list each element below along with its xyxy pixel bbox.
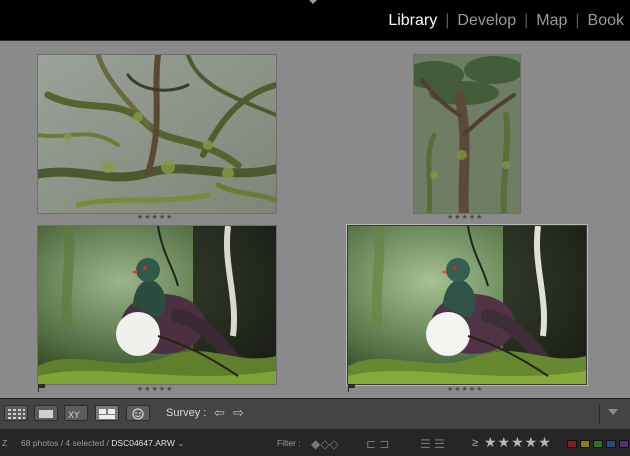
photo-count-info: 68 photos / 4 selected / DSC04647.ARW ⌄ xyxy=(21,438,184,449)
color-label-yellow[interactable] xyxy=(580,440,590,448)
current-filename[interactable]: DSC04647.ARW xyxy=(111,438,175,448)
library-toolbar: XY Survey : ⇦ ⇨ xyxy=(0,398,630,429)
grid-view-button[interactable] xyxy=(4,405,28,421)
pigeon-image xyxy=(38,226,276,384)
pigeon-image xyxy=(348,226,586,384)
toolbar-options-menu[interactable] xyxy=(608,409,618,415)
loupe-view-button[interactable] xyxy=(34,405,58,421)
module-picker-bar: Library | Develop | Map | Book xyxy=(0,0,630,40)
arrow-left-icon[interactable]: ⇦ xyxy=(214,406,225,421)
module-list: Library | Develop | Map | Book xyxy=(386,12,626,30)
rating-operator[interactable]: ≥ xyxy=(472,437,478,449)
module-develop[interactable]: Develop xyxy=(455,12,518,30)
flag-icon[interactable] xyxy=(348,384,355,392)
color-label-purple[interactable] xyxy=(619,440,629,448)
star-rating[interactable]: ★★★★★ xyxy=(137,385,173,393)
photo-thumbnail[interactable] xyxy=(37,54,277,214)
mossy-branches-image xyxy=(38,55,276,213)
color-label-blue[interactable] xyxy=(606,440,616,448)
chevron-down-icon[interactable]: ⌄ xyxy=(177,438,184,448)
star-rating[interactable]: ★★★★★ xyxy=(447,213,483,221)
flag-icon[interactable] xyxy=(38,384,45,392)
module-book[interactable]: Book xyxy=(586,12,626,30)
photo-thumbnail[interactable] xyxy=(413,54,521,214)
photo-count: 68 photos / 4 selected / xyxy=(21,438,109,448)
color-label-red[interactable] xyxy=(567,440,577,448)
color-label-green[interactable] xyxy=(593,440,603,448)
photo-thumbnail[interactable] xyxy=(347,225,587,385)
compare-view-icon: XY xyxy=(68,411,80,421)
star-rating[interactable]: ★★★★★ xyxy=(137,213,173,221)
filmstrip-status-bar: Z 68 photos / 4 selected / DSC04647.ARW … xyxy=(0,429,630,456)
grid-view-icon xyxy=(8,409,25,419)
view-mode-label: Survey : xyxy=(166,407,207,419)
module-library[interactable]: Library xyxy=(386,12,439,30)
filter-label: Filter : xyxy=(277,438,301,448)
survey-view-button[interactable] xyxy=(95,405,119,421)
people-view-button[interactable] xyxy=(126,405,150,421)
virtual-copy-filter-icon[interactable]: ⊏ ⊐ xyxy=(366,438,389,450)
photo-thumbnail[interactable] xyxy=(37,225,277,385)
survey-view: ★★★★★ ★★★★★ ★★★★★ ★★★★★ xyxy=(0,40,630,399)
arrow-right-icon[interactable]: ⇨ xyxy=(233,406,244,421)
master-filter-icon[interactable]: ☰ ☰ xyxy=(420,438,445,450)
star-rating[interactable]: ★★★★★ xyxy=(447,385,483,393)
rating-filter-stars[interactable]: ★★★★★ xyxy=(484,434,552,451)
collapse-panel-indicator[interactable] xyxy=(309,0,317,4)
loupe-view-icon xyxy=(39,410,53,418)
svg-text:XY: XY xyxy=(68,411,80,421)
fern-tree-image xyxy=(414,55,520,213)
module-map[interactable]: Map xyxy=(534,12,569,30)
compare-view-button[interactable]: XY xyxy=(64,405,88,421)
people-view-icon xyxy=(132,408,144,420)
survey-view-icon xyxy=(99,409,115,419)
flag-filter-icon[interactable]: ◆◇◇ xyxy=(311,438,339,450)
zoom-marker: Z xyxy=(2,438,8,448)
